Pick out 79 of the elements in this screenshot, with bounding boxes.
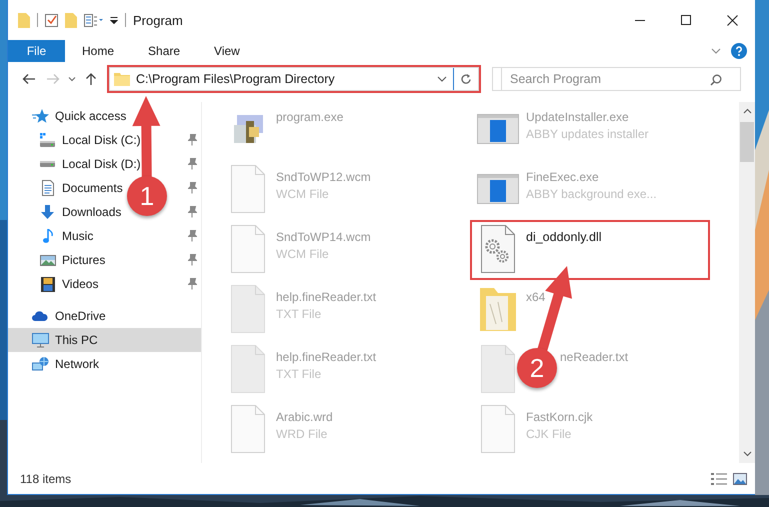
file-type: ABBY updates installer [526,127,649,141]
layout-icon[interactable] [84,14,103,26]
pin-icon[interactable] [188,158,197,170]
file-type: ABBY background exe... [526,187,657,201]
scroll-up-icon[interactable] [742,108,752,114]
nav-label[interactable]: Documents [62,181,123,195]
pin-icon[interactable] [188,278,197,290]
nav-label[interactable]: Local Disk (C:) [62,133,141,147]
installer-icon [234,115,262,143]
drive-icon [40,161,55,167]
music-note-icon [42,229,52,243]
document-icon [481,345,515,393]
folder-icon [480,288,516,330]
document-icon [231,345,265,393]
application-icon [477,174,519,204]
scroll-down-icon[interactable] [742,451,752,457]
nav-label[interactable]: This PC [55,333,98,347]
folder-icon [114,72,130,86]
nav-label[interactable]: OneDrive [55,309,106,323]
ribbon-tab[interactable]: Home [65,40,132,62]
ribbon-tab[interactable]: File [8,40,65,62]
file-type: CJK File [526,427,572,441]
network-icon [32,357,49,371]
help-icon[interactable] [731,43,747,59]
chevron-icon[interactable] [711,48,721,54]
ribbon-tab[interactable]: Share [131,40,198,62]
back-icon[interactable] [22,73,36,85]
scrollbar[interactable] [739,102,755,463]
nav-label[interactable]: Music [62,229,94,243]
properties-icon[interactable] [45,14,58,26]
file-type: TXT File [276,367,322,381]
up-icon[interactable] [85,72,97,86]
pin-icon[interactable] [188,182,197,194]
ribbon-tab[interactable]: View [197,40,257,62]
star-icon [32,109,49,123]
nav-label[interactable]: Quick access [55,109,126,123]
document-icon [42,180,54,196]
document-icon [231,285,265,333]
large-icons-view-icon[interactable] [733,472,747,484]
document-icon [481,405,515,453]
close-icon[interactable] [726,14,738,26]
dropdown-icon[interactable] [437,76,447,82]
window-title: Program [133,12,183,28]
nav-item[interactable]: This PC [8,328,201,352]
nav-label[interactable]: Videos [62,277,98,291]
search-field[interactable]: Search Program [501,67,741,91]
pin-icon[interactable] [188,134,197,146]
document-icon [231,225,265,273]
address-bar[interactable]: C:\Program Files\Program Directory [109,67,479,91]
picture-icon [40,254,56,266]
nav-label[interactable]: Downloads [62,205,122,219]
nav-label[interactable]: Local Disk (D:) [62,157,141,171]
file-type: WCM File [276,187,330,201]
file-name[interactable]: di_oddonly.dll [526,230,602,244]
dropdown-icon[interactable] [68,76,76,82]
scroll-thumb[interactable] [740,122,754,162]
search-icon[interactable] [710,74,722,86]
item-count: 118 items [20,472,72,486]
drive-icon [40,133,55,147]
file-type: WCM File [276,247,330,261]
nav-label[interactable]: Pictures [62,253,106,267]
computer-icon [32,332,49,348]
application-icon [477,114,519,144]
maximize-icon[interactable] [681,15,691,25]
pin-icon[interactable] [188,206,197,218]
document-icon [231,165,265,213]
down-arrow-icon [41,205,54,219]
document-icon [231,405,265,453]
customize-icon[interactable] [110,16,118,24]
pin-icon[interactable] [188,230,197,242]
pin-icon[interactable] [188,254,197,266]
film-icon [40,276,54,292]
file-item[interactable]: di_oddonly.dll [472,222,708,278]
nav-label[interactable]: Network [55,357,100,371]
file-type: TXT File [276,307,322,321]
gears-document-icon [481,225,515,273]
cloud-icon [32,311,49,321]
details-view-icon[interactable] [711,472,727,486]
file-type: WRD File [276,427,328,441]
